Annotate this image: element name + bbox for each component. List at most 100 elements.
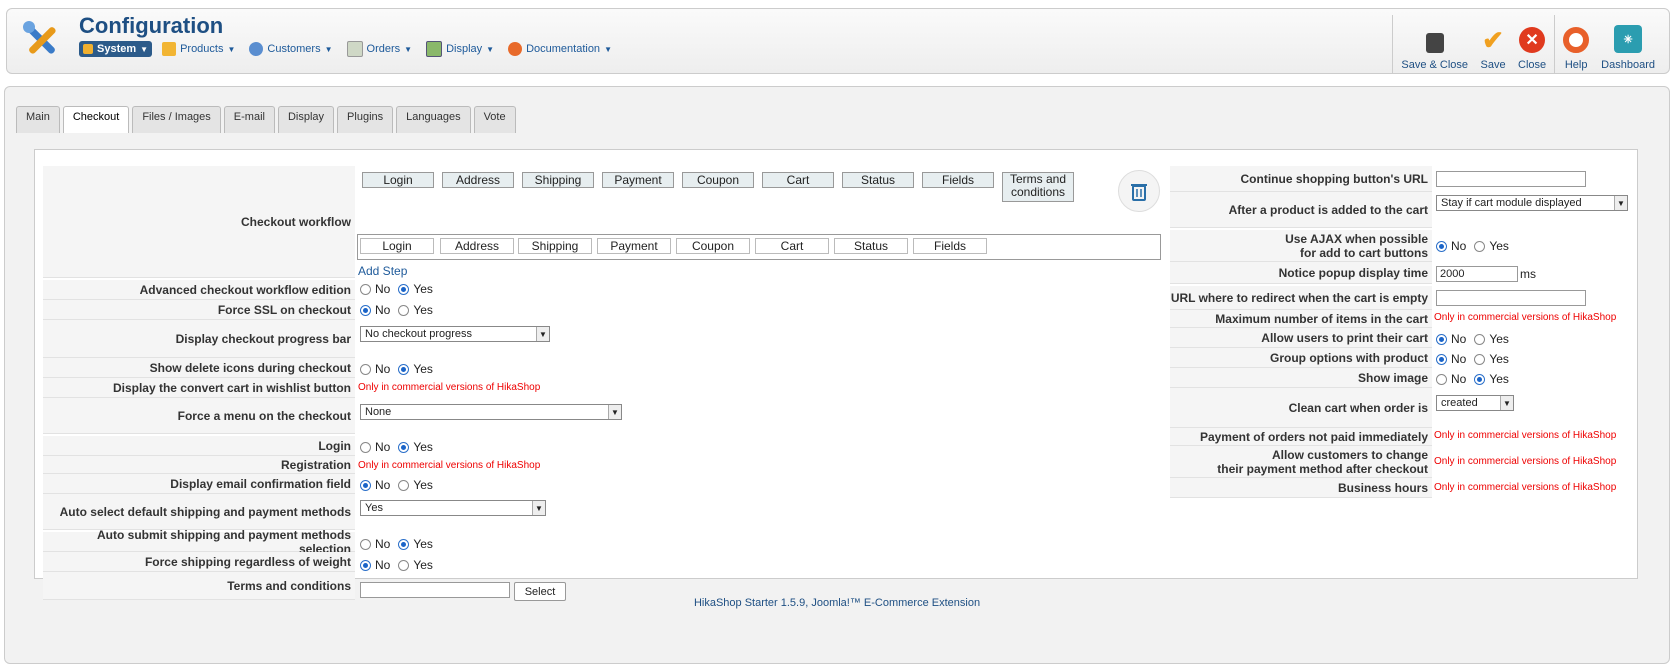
menu-orders[interactable]: Orders ▼: [343, 39, 417, 59]
help-button[interactable]: Help: [1557, 15, 1595, 73]
progress-bar-label: Display checkout progress bar: [43, 320, 355, 358]
notice-popup-input[interactable]: 2000: [1436, 266, 1518, 282]
tab-main[interactable]: Main: [16, 106, 60, 133]
radio-yes[interactable]: [1474, 240, 1486, 252]
tab-checkout[interactable]: Checkout: [62, 106, 130, 133]
payment-not-paid-label: Payment of orders not paid immediately: [1170, 428, 1432, 446]
force-menu-select[interactable]: None ▼: [360, 404, 622, 420]
workflow-step-payment[interactable]: Payment: [602, 172, 674, 188]
main-menu: System ▼ Products ▼ Customers ▼ Orders ▼ Dis…: [79, 39, 616, 59]
tab-vote[interactable]: Vote: [473, 106, 516, 133]
menu-system[interactable]: System ▼: [79, 41, 153, 57]
save-close-button[interactable]: Save & Close: [1395, 15, 1474, 73]
radio-yes[interactable]: [1474, 333, 1486, 345]
radio-yes[interactable]: [398, 304, 410, 316]
radio-yes[interactable]: [398, 538, 410, 550]
workflow-step-address[interactable]: Address: [442, 172, 514, 188]
radio-no[interactable]: [1436, 373, 1447, 385]
force-ssl-label: Force SSL on checkout: [43, 300, 355, 320]
workflow-step-address[interactable]: Address: [440, 238, 514, 254]
chevron-down-icon: ▼: [532, 501, 545, 515]
force-shipping-radios: No Yes: [358, 558, 439, 572]
progress-bar-select[interactable]: No checkout progress ▼: [360, 326, 550, 342]
radio-no[interactable]: [1436, 333, 1447, 345]
commercial-notice: Only in commercial versions of HikaShop: [1434, 430, 1617, 441]
tab-files-images[interactable]: Files / Images: [132, 106, 221, 133]
dashboard-button[interactable]: ✳ Dashboard: [1595, 15, 1661, 73]
radio-yes[interactable]: [398, 441, 410, 453]
radio-yes[interactable]: [398, 559, 410, 571]
workflow-step-shipping[interactable]: Shipping: [522, 172, 594, 188]
show-image-label: Show image: [1170, 368, 1432, 388]
workflow-step-login[interactable]: Login: [362, 172, 434, 188]
delete-icons-radios: No Yes: [358, 362, 439, 376]
redirect-empty-input[interactable]: [1436, 290, 1586, 306]
display-icon: [426, 41, 443, 57]
clean-cart-select[interactable]: created ▼: [1436, 395, 1514, 411]
workflow-step-fields[interactable]: Fields: [913, 238, 987, 254]
force-shipping-label: Force shipping regardless of weight: [43, 552, 355, 572]
workflow-step-payment[interactable]: Payment: [597, 238, 671, 254]
tab-languages[interactable]: Languages: [396, 106, 471, 133]
close-button[interactable]: ✕ Close: [1512, 15, 1552, 73]
commercial-notice: Only in commercial versions of HikaShop: [1434, 482, 1617, 493]
radio-no[interactable]: [360, 441, 371, 453]
auto-select-select[interactable]: Yes ▼: [360, 500, 546, 516]
workflow-step-login[interactable]: Login: [360, 238, 434, 254]
tab-plugins[interactable]: Plugins: [337, 106, 394, 133]
group-options-radios: No Yes: [1434, 352, 1515, 366]
menu-display[interactable]: Display ▼: [422, 39, 498, 59]
wrench-icon: [83, 44, 93, 54]
workflow-step-fields[interactable]: Fields: [922, 172, 994, 188]
floppy-disk-icon: [1425, 33, 1444, 53]
tab-email[interactable]: E-mail: [223, 106, 275, 133]
workflow-step-cart[interactable]: Cart: [762, 172, 834, 188]
trash-icon[interactable]: [1118, 170, 1160, 212]
after-added-select[interactable]: Stay if cart module displayed ▼: [1436, 195, 1628, 211]
radio-yes[interactable]: [1474, 373, 1486, 385]
workflow-step-terms[interactable]: Terms and conditions: [1002, 172, 1074, 202]
workflow-step-status[interactable]: Status: [842, 172, 914, 188]
workflow-step-shipping[interactable]: Shipping: [518, 238, 592, 254]
after-added-label: After a product is added to the cart: [1170, 192, 1432, 228]
products-icon: [162, 42, 177, 56]
radio-yes[interactable]: [398, 283, 410, 295]
auto-submit-radios: No Yes: [358, 537, 439, 551]
login-radios: No Yes: [358, 440, 439, 454]
menu-documentation[interactable]: Documentation ▼: [504, 40, 616, 58]
radio-yes[interactable]: [398, 363, 410, 375]
group-options-label: Group options with product: [1170, 348, 1432, 368]
clean-cart-label: Clean cart when order is: [1170, 388, 1432, 428]
radio-no[interactable]: [360, 363, 371, 375]
tab-display[interactable]: Display: [277, 106, 335, 133]
chevron-down-icon: ▼: [1500, 396, 1513, 410]
terms-label: Terms and conditions: [43, 572, 355, 600]
workflow-step-cart[interactable]: Cart: [755, 238, 829, 254]
radio-yes[interactable]: [1474, 353, 1486, 365]
save-button[interactable]: ✔ Save: [1474, 15, 1512, 73]
radio-no[interactable]: [360, 538, 371, 550]
menu-customers[interactable]: Customers ▼: [245, 40, 336, 58]
use-ajax-label: Use AJAX when possible for add to cart bu…: [1170, 230, 1432, 262]
chevron-down-icon: ▼: [604, 44, 612, 54]
max-items-label: Maximum number of items in the cart: [1170, 310, 1432, 328]
toolbar-divider: [1554, 15, 1556, 73]
radio-no[interactable]: [360, 304, 371, 316]
terms-input[interactable]: [360, 582, 510, 598]
workflow-step-coupon[interactable]: Coupon: [682, 172, 754, 188]
radio-no[interactable]: [360, 559, 371, 571]
delete-icons-label: Show delete icons during checkout: [43, 358, 355, 378]
add-step-link[interactable]: Add Step: [358, 264, 407, 278]
menu-products[interactable]: Products ▼: [158, 40, 239, 58]
business-hours-label: Business hours: [1170, 478, 1432, 498]
radio-no[interactable]: [360, 479, 371, 491]
tab-bar: Main Checkout Files / Images E-mail Disp…: [16, 106, 516, 133]
radio-no[interactable]: [1436, 353, 1447, 365]
radio-no[interactable]: [1436, 240, 1447, 252]
workflow-step-coupon[interactable]: Coupon: [676, 238, 750, 254]
workflow-step-status[interactable]: Status: [834, 238, 908, 254]
radio-yes[interactable]: [398, 479, 410, 491]
continue-url-input[interactable]: [1436, 171, 1586, 187]
radio-no[interactable]: [360, 283, 371, 295]
convert-cart-label: Display the convert cart in wishlist but…: [43, 378, 355, 398]
